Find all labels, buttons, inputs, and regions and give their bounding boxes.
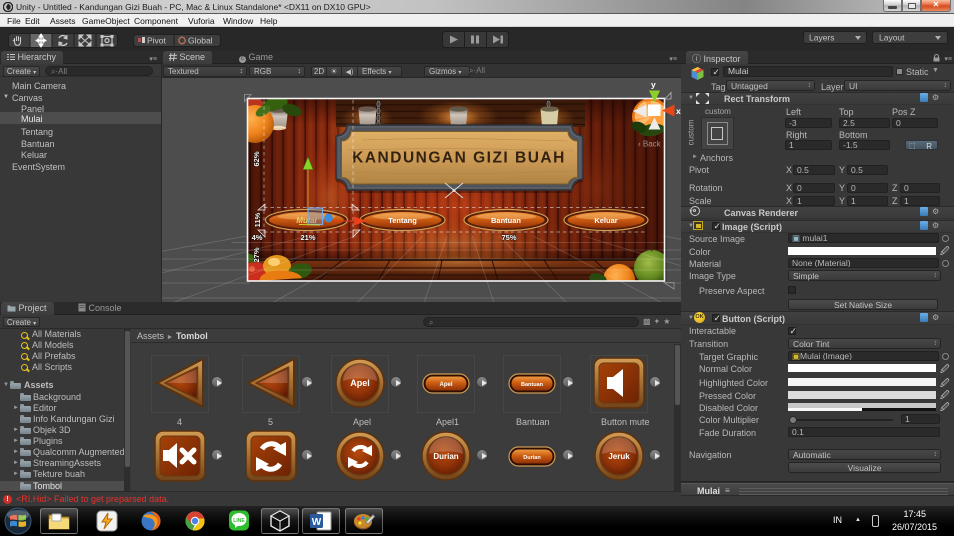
svg-text:Apel: Apel [350, 378, 370, 388]
svg-text:Keluar: Keluar [594, 216, 617, 225]
svg-text:21%: 21% [300, 233, 315, 242]
svg-text:Durian: Durian [433, 452, 458, 461]
svg-text:KANDUNGAN GIZI BUAH: KANDUNGAN GIZI BUAH [352, 150, 566, 167]
svg-text:Durian: Durian [523, 455, 541, 461]
svg-text:y: y [651, 80, 656, 90]
svg-text:‹ Back: ‹ Back [638, 140, 662, 149]
svg-text:75%: 75% [501, 233, 516, 242]
svg-text:Tentang: Tentang [388, 216, 417, 225]
svg-text:W: W [312, 517, 322, 528]
svg-text:27%: 27% [252, 247, 261, 262]
svg-text:Bantuan: Bantuan [521, 382, 544, 388]
svg-text:Jeruk: Jeruk [608, 452, 630, 461]
svg-text:Layout: Layout [879, 33, 905, 43]
svg-text:11%: 11% [253, 212, 262, 227]
svg-text:LINE: LINE [233, 518, 245, 524]
svg-text:62%: 62% [252, 151, 261, 166]
svg-text:Bantuan: Bantuan [491, 216, 521, 225]
svg-text:Apel: Apel [439, 382, 452, 388]
svg-text:Global: Global [188, 36, 213, 46]
svg-text:4%: 4% [252, 233, 263, 242]
svg-text:Pivot: Pivot [147, 36, 167, 46]
svg-text:Layers: Layers [809, 33, 835, 43]
